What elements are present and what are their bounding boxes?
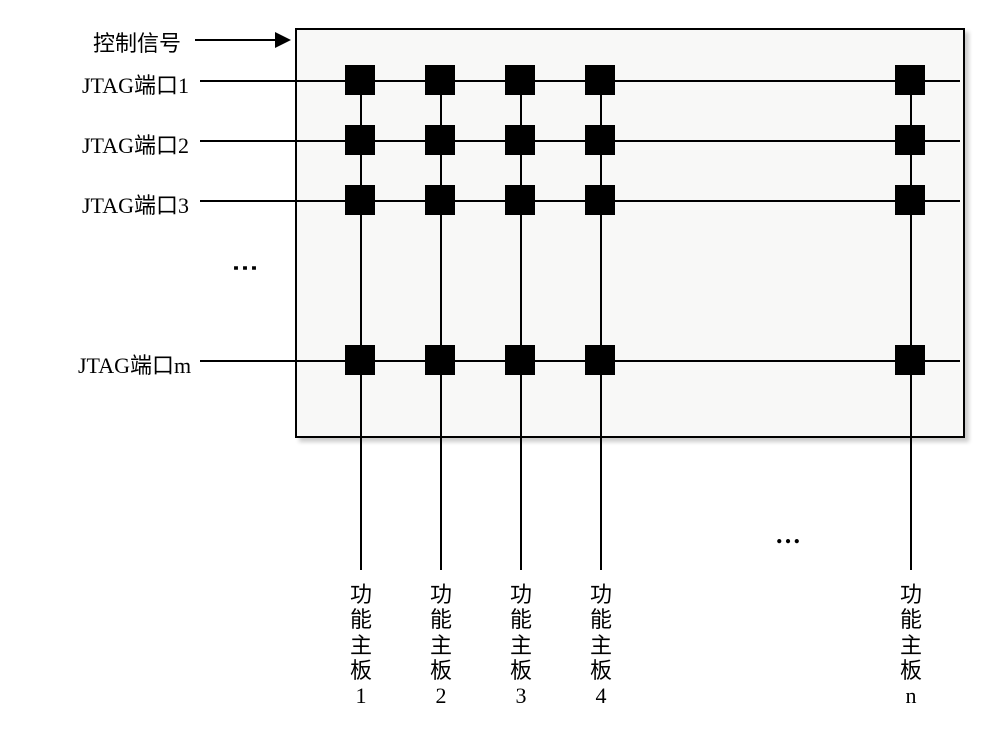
node-r1-c1 [345,65,375,95]
node-r2-c2 [425,125,455,155]
node-r2-c4 [585,125,615,155]
col-label-3: 功能主板3 [509,582,533,708]
node-r1-cn [895,65,925,95]
jtag-port-m-label: JTAG端口m [78,348,191,380]
jtag-port-1-label: JTAG端口1 [82,68,189,100]
jtag-port-2-label: JTAG端口2 [82,128,189,160]
control-signal-label: 控制信号 [93,26,181,58]
node-r3-cn [895,185,925,215]
col-label-1: 功能主板1 [349,582,373,708]
node-rm-c2 [425,345,455,375]
node-r1-c2 [425,65,455,95]
control-signal-arrow-icon [275,32,291,48]
node-rm-c1 [345,345,375,375]
node-r1-c3 [505,65,535,95]
node-rm-cn [895,345,925,375]
node-r1-c4 [585,65,615,95]
switch-matrix-box [295,28,965,438]
node-rm-c4 [585,345,615,375]
col-ellipsis: … [775,520,801,550]
node-rm-c3 [505,345,535,375]
node-r2-c1 [345,125,375,155]
col-label-2: 功能主板2 [429,582,453,708]
row-line-3 [200,200,960,202]
control-signal-arrow-shaft [195,39,275,41]
row-line-1 [200,80,960,82]
row-line-2 [200,140,960,142]
node-r3-c1 [345,185,375,215]
col-label-4: 功能主板4 [589,582,613,708]
node-r2-c3 [505,125,535,155]
node-r2-cn [895,125,925,155]
node-r3-c2 [425,185,455,215]
node-r3-c3 [505,185,535,215]
col-label-n: 功能主板n [899,582,923,708]
jtag-port-3-label: JTAG端口3 [82,188,189,220]
node-r3-c4 [585,185,615,215]
row-ellipsis: ⋮ [230,255,260,282]
row-line-m [200,360,960,362]
